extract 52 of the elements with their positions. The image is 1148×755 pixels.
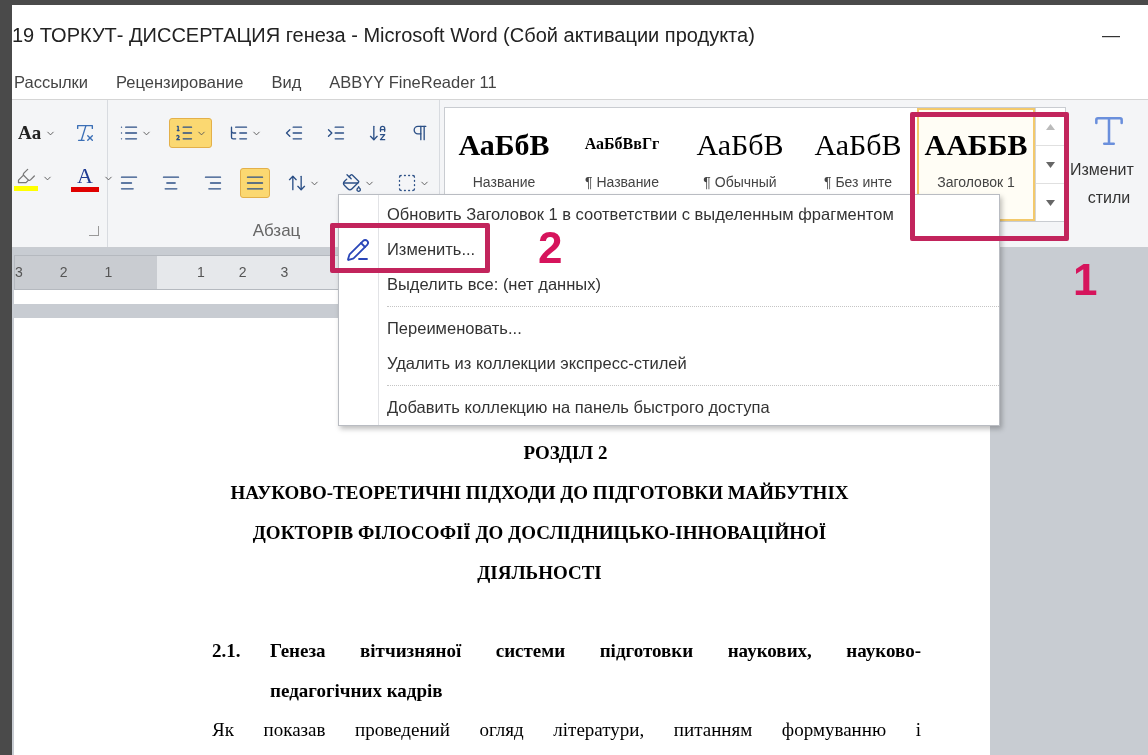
section-heading: Генеза вітчизняної системи підготовки наукових, науково- педагогічних кадрів [270,639,921,703]
style-label: ¶ Обычный [703,173,777,192]
numbered-list-icon [174,123,194,143]
ruler-number: 2 [59,263,68,282]
ruler-number: 1 [104,263,113,282]
section-number: 2.1. [212,639,242,663]
font-color-letter: A [77,164,93,187]
group-label: Абзац [252,219,301,242]
window-title: 19 ТОРКУТ- ДИССЕРТАЦИЯ генеза - Microsoft Word (Сбой активации продукта) [12,23,755,48]
highlight-color-bar [14,185,38,191]
scroll-down-icon[interactable] [1046,161,1055,168]
font-color-button[interactable]: A [71,161,114,195]
style-preview: ААББВ [924,126,1028,163]
chapter-title: НАУКОВО-ТЕОРЕТИЧНІ ПІДХОДИ ДО ПІДГОТОВКИ МАЙБУТНІХ ДОКТОРІВ ФІЛОСОФІЇ ДО ДОСЛІДНИЦЬКО-ІННОВАЦІЙНОЇ ДІЯЛЬНОСТІ [229,481,850,585]
ruler-number: 1 [197,263,205,282]
menu-item[interactable]: Переименовать... [387,316,522,341]
ribbon-tab[interactable]: ABBYY FineReader 11 [329,69,497,95]
style-preview: АаБбВ [696,126,784,163]
paint-bucket-icon [342,173,362,193]
ruler-number: 3 [280,263,289,282]
step-number: 1 [1073,258,1098,302]
menu-item[interactable]: Удалить из коллекции экспресс-стилей [387,350,687,376]
change-case-button[interactable]: Aa [14,118,61,148]
line-spacing-icon [287,173,307,193]
change-styles-button[interactable]: Изменит стили [1066,100,1148,247]
style-label: ¶ Без инте [824,173,892,192]
style-label: ¶ Название [585,173,659,192]
ribbon-tab[interactable]: Рецензирование [116,69,244,95]
ribbon-tab[interactable]: Вид [271,69,302,95]
sort-icon [368,123,388,143]
step-number: 2 [538,226,563,270]
ruler-number: 3 [15,263,23,282]
numbering-button[interactable] [169,118,212,148]
more-icon[interactable] [1046,199,1055,206]
ribbon-tab[interactable]: Рассылки [14,69,89,95]
menu-item[interactable]: Добавить коллекцию на панель быстрого доступа [387,395,770,420]
menu-item[interactable]: Выделить все: (нет данных) [387,271,601,297]
style-preview: АаБбВвГг [584,134,660,154]
font-color-bar [71,186,99,192]
chapter-heading: РОЗДІЛ 2 [522,441,609,465]
ruler-number: 2 [238,263,247,282]
dialog-launcher-icon[interactable] [89,226,99,236]
dashed-border-icon [397,173,417,193]
justify-button[interactable] [240,168,270,198]
body-paragraph: Як показав проведений огляд літератури, питанням формуванню і [211,718,921,742]
menu-item[interactable]: Обновить Заголовок 1 в соответствии с выделенным фрагментом [387,202,894,227]
menu-item[interactable]: Изменить... [387,236,476,262]
style-label: Заголовок 1 [937,173,1015,192]
style-preview: АаБбВ [814,126,902,163]
style-preview: АаБбВ [458,126,550,163]
minimize-button[interactable]: — [1094,21,1128,49]
style-label: Название [472,173,536,192]
